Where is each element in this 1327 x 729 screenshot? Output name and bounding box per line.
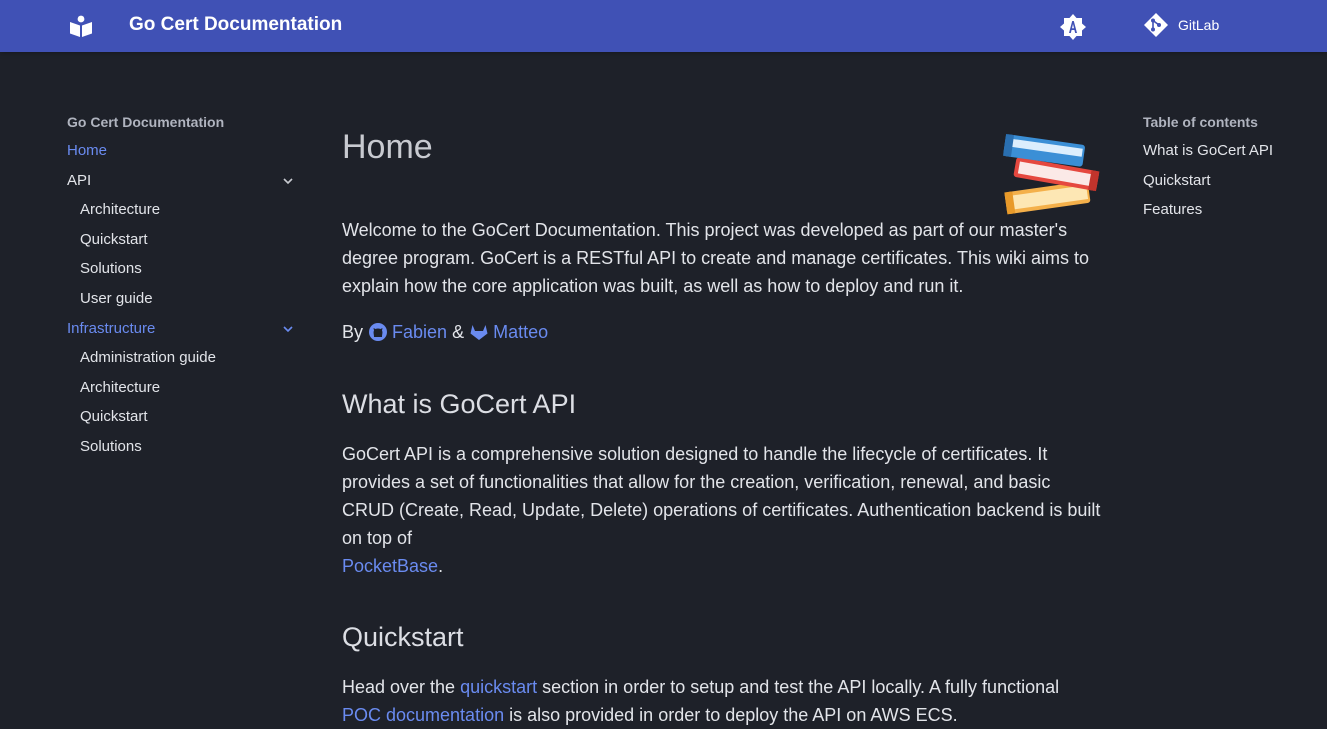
what-is-text: GoCert API is a comprehensive solution d… bbox=[342, 444, 1101, 548]
git-icon bbox=[1144, 13, 1168, 37]
page-title: Home bbox=[342, 128, 433, 166]
pocketbase-link[interactable]: PocketBase bbox=[342, 556, 438, 576]
book-open-logo-icon[interactable] bbox=[67, 12, 95, 40]
nav-item-infrastructure[interactable]: Infrastructure bbox=[67, 319, 299, 349]
nav-item-home[interactable]: Home bbox=[67, 141, 299, 171]
gitlab-repo-link[interactable]: GitLab bbox=[1143, 12, 1219, 38]
nav-item-api-solutions[interactable]: Solutions bbox=[67, 259, 299, 289]
site-title[interactable]: Go Cert Documentation bbox=[129, 14, 342, 36]
period: . bbox=[438, 556, 444, 576]
authors-line: By Fabien & Matteo bbox=[342, 318, 1102, 346]
gitlab-label: GitLab bbox=[1178, 17, 1220, 33]
table-of-contents: Table of contents What is GoCert API Qui… bbox=[1143, 112, 1273, 230]
author-matteo-label: Matteo bbox=[493, 322, 549, 342]
author-matteo-link[interactable]: Matteo bbox=[469, 322, 548, 342]
toc-title: Table of contents bbox=[1143, 114, 1258, 130]
quickstart-text-2: section in order to setup and test the A… bbox=[542, 677, 1060, 697]
toc-item-what-is[interactable]: What is GoCert API bbox=[1143, 141, 1273, 171]
section-heading-quickstart: Quickstart bbox=[342, 622, 464, 652]
nav-item-infra-administration-guide[interactable]: Administration guide bbox=[67, 348, 299, 378]
primary-navigation: Go Cert Documentation Home API Architect… bbox=[67, 112, 299, 467]
quickstart-link[interactable]: quickstart bbox=[460, 677, 537, 697]
nav-item-api-architecture[interactable]: Architecture bbox=[67, 200, 299, 230]
brightness-auto-icon[interactable] bbox=[1059, 13, 1087, 41]
nav-item-label: Infrastructure bbox=[67, 319, 156, 337]
toc-item-features[interactable]: Features bbox=[1143, 200, 1273, 230]
chevron-down-icon[interactable] bbox=[281, 322, 295, 336]
chevron-down-icon[interactable] bbox=[281, 174, 295, 188]
books-emoji-icon bbox=[1003, 133, 1100, 215]
by-label: By bbox=[342, 322, 364, 342]
poc-documentation-link[interactable]: POC documentation bbox=[342, 705, 504, 725]
ampersand: & bbox=[452, 322, 465, 342]
nav-title: Go Cert Documentation bbox=[67, 114, 225, 130]
author-fabien-label: Fabien bbox=[392, 322, 448, 342]
toc-item-quickstart[interactable]: Quickstart bbox=[1143, 171, 1273, 201]
gitlab-icon bbox=[470, 325, 488, 340]
github-icon bbox=[369, 323, 388, 341]
nav-item-label: API bbox=[67, 171, 92, 189]
nav-item-api[interactable]: API bbox=[67, 171, 299, 201]
quickstart-paragraph: Head over the quickstart section in orde… bbox=[342, 673, 1102, 729]
nav-item-infra-solutions[interactable]: Solutions bbox=[67, 437, 299, 467]
what-is-paragraph: GoCert API is a comprehensive solution d… bbox=[342, 440, 1102, 580]
author-fabien-link[interactable]: Fabien bbox=[368, 322, 447, 342]
nav-item-api-user-guide[interactable]: User guide bbox=[67, 289, 299, 319]
top-header: Go Cert Documentation GitLab bbox=[0, 0, 1327, 52]
quickstart-text-1: Head over the bbox=[342, 677, 456, 697]
intro-paragraph: Welcome to the GoCert Documentation. Thi… bbox=[342, 220, 1089, 296]
quickstart-text-3: is also provided in order to deploy the … bbox=[509, 705, 958, 725]
nav-item-api-quickstart[interactable]: Quickstart bbox=[67, 230, 299, 260]
nav-item-infra-quickstart[interactable]: Quickstart bbox=[67, 407, 299, 437]
main-content: Home Welcome to the GoCert Documentation… bbox=[342, 124, 1102, 729]
section-heading-what-is: What is GoCert API bbox=[342, 389, 577, 419]
nav-item-infra-architecture[interactable]: Architecture bbox=[67, 378, 299, 408]
